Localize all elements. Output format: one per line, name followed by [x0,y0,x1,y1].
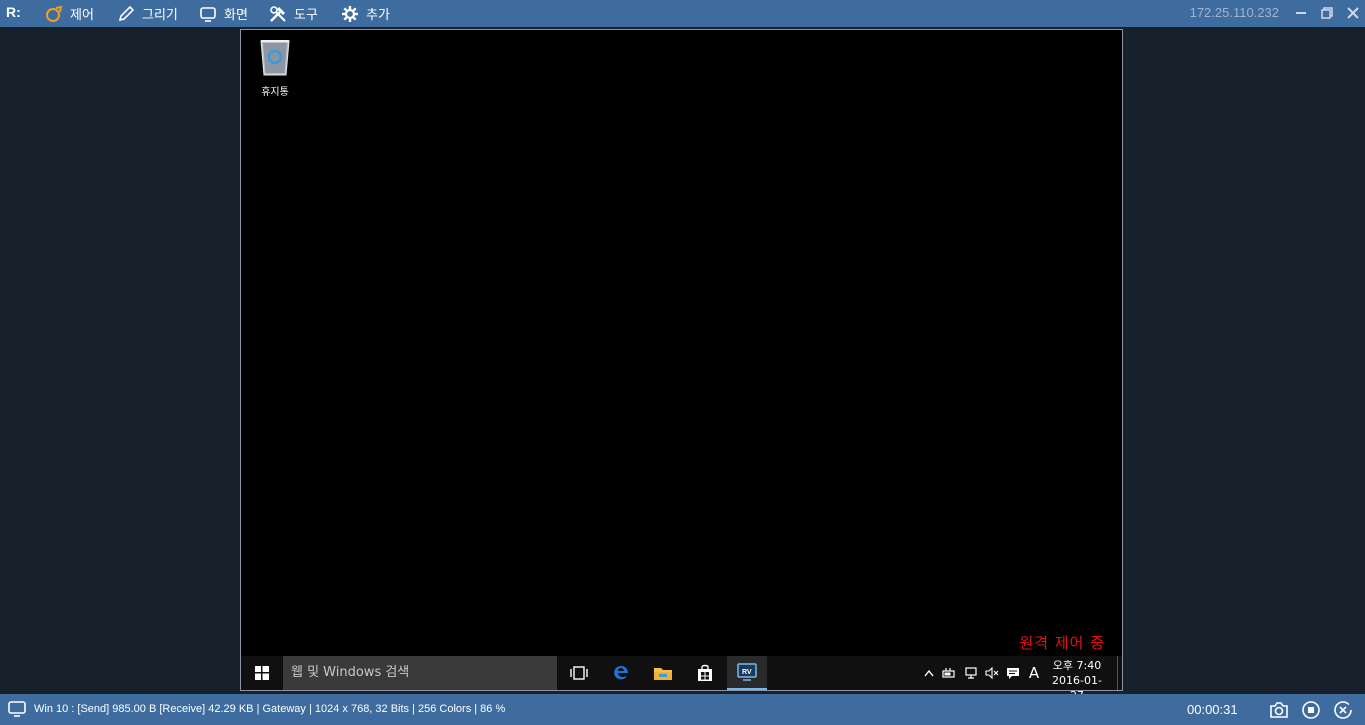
rv-app-icon: RV [737,663,757,681]
task-view-icon [570,666,588,680]
monitor-status-icon [7,700,27,721]
tray-ime-indicator[interactable]: A [1025,656,1043,690]
recycle-bin-icon [260,40,290,76]
pencil-icon [116,4,136,24]
file-explorer-icon [654,668,672,680]
close-icon [1347,7,1359,19]
session-timer: 00:00:31 [1187,702,1238,717]
svg-text:RV: RV [742,669,752,676]
top-toolbar: R: 제어 그리기 화면 도구 추가 172.25.110.232 [0,0,1365,27]
network-icon [965,667,977,679]
taskbar-explorer-button[interactable] [643,656,683,690]
menu-screen-label: 화면 [224,8,248,23]
tray-notifications-button[interactable] [1003,656,1023,690]
gear-icon [340,4,360,24]
disconnect-icon [1334,701,1352,719]
windows-taskbar: 웹 및 Windows 검색 RV A 오후 7:40 2016-01- [241,656,1122,702]
disconnect-button[interactable] [1332,699,1354,721]
recycle-bin-label: 휴지통 [261,87,289,98]
connection-status-text: Win 10 : [Send] 985.00 B [Receive] 42.29… [34,703,506,715]
desktop-icon-recycle-bin[interactable]: 휴지통 [253,37,297,98]
menu-control[interactable]: 제어 [44,0,94,27]
show-desktop-button[interactable] [1117,656,1120,690]
menu-draw[interactable]: 그리기 [116,0,178,27]
windows-logo-icon [255,666,269,680]
menu-extra[interactable]: 추가 [340,0,390,27]
menu-tools[interactable]: 도구 [268,0,318,27]
store-icon [698,664,712,681]
tray-volume-button[interactable] [982,656,1002,690]
menu-control-label: 제어 [70,8,94,23]
tray-show-hidden-button[interactable] [921,656,937,690]
menu-screen[interactable]: 화면 [198,0,248,27]
start-button[interactable] [241,656,283,690]
power-plug-icon [942,668,955,678]
chevron-up-icon [924,669,934,677]
taskbar-edge-button[interactable] [601,656,641,690]
menu-extra-label: 추가 [366,8,390,23]
clock-time: 오후 7:40 [1052,659,1102,672]
restore-icon [1321,7,1333,19]
task-view-button[interactable] [559,656,599,690]
tray-battery-button[interactable] [939,656,959,690]
taskbar-rv-app-button[interactable]: RV [727,656,767,690]
tools-icon [268,4,288,24]
stop-icon [1302,701,1320,719]
app-logo: R: [6,4,21,20]
remote-control-icon [44,4,64,24]
close-button[interactable] [1343,3,1363,23]
edge-browser-icon [614,666,628,680]
menu-draw-label: 그리기 [142,8,178,23]
status-bar: Win 10 : [Send] 985.00 B [Receive] 42.29… [0,694,1365,725]
camera-icon [1270,702,1288,718]
menu-tools-label: 도구 [294,8,318,23]
action-center-icon [1007,667,1019,679]
tray-network-button[interactable] [961,656,981,690]
remote-screen[interactable]: 휴지통 원격 제어 중 웹 및 Windows 검색 RV A 오후 7:40 … [240,29,1123,702]
minimize-icon [1296,12,1306,14]
monitor-icon [198,4,218,24]
minimize-button[interactable] [1291,3,1311,23]
remote-control-status-text: 원격 제어 중 [1019,634,1105,652]
volume-muted-icon [985,667,999,679]
screenshot-button[interactable] [1268,699,1290,721]
restore-button[interactable] [1317,3,1337,23]
ip-address: 172.25.110.232 [1189,5,1279,20]
taskbar-search-box[interactable]: 웹 및 Windows 검색 [283,656,557,690]
stop-recording-button[interactable] [1300,699,1322,721]
taskbar-store-button[interactable] [685,656,725,690]
